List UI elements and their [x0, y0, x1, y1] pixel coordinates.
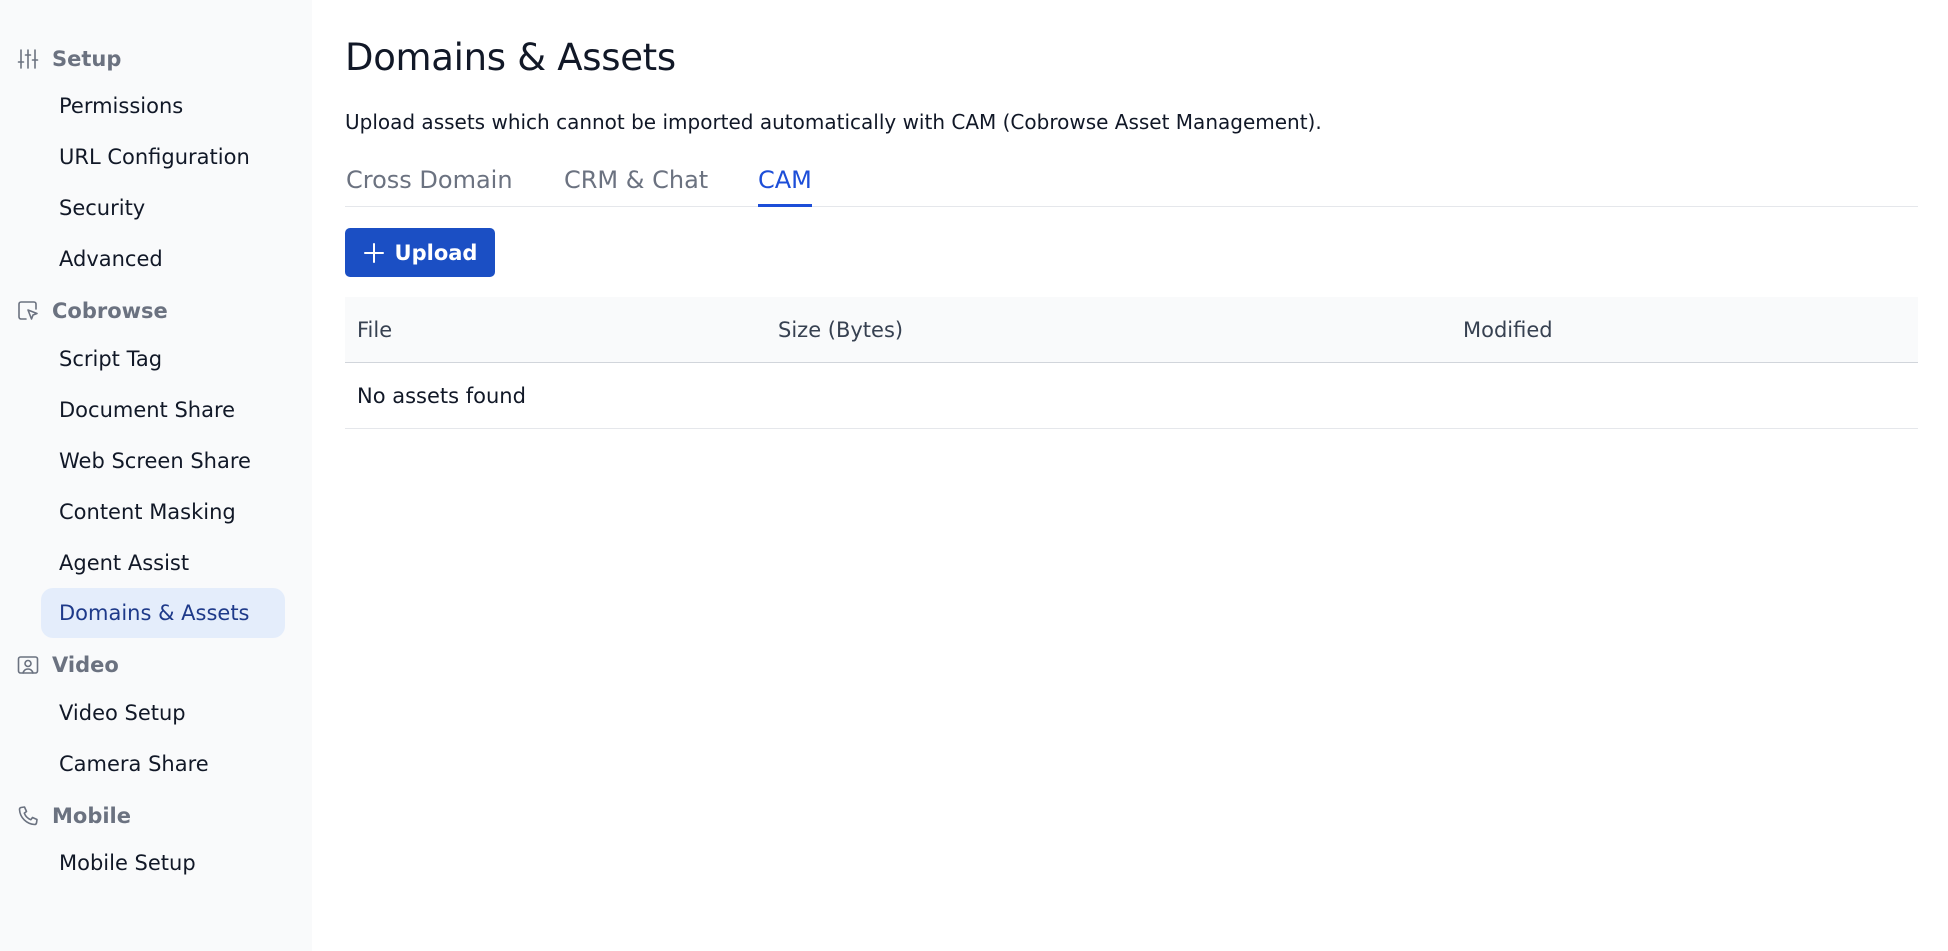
assets-table: File Size (Bytes) Modified No assets fou… [345, 297, 1918, 429]
upload-button-label: Upload [394, 240, 478, 265]
sidebar-item-permissions[interactable]: Permissions [41, 81, 285, 131]
sidebar-item-advanced[interactable]: Advanced [41, 234, 285, 284]
sidebar-item-camera-share[interactable]: Camera Share [41, 739, 285, 789]
column-header-file[interactable]: File [357, 297, 392, 363]
cursor-window-icon [16, 299, 40, 323]
sidebar-item-document-share[interactable]: Document Share [41, 385, 285, 435]
tab-bar: Cross Domain CRM & Chat CAM [345, 162, 1918, 207]
sidebar-item-web-screen-share[interactable]: Web Screen Share [41, 436, 285, 486]
plus-icon [363, 242, 385, 264]
tab-cross-domain[interactable]: Cross Domain [346, 162, 513, 207]
sidebar-item-mobile-setup[interactable]: Mobile Setup [41, 838, 285, 888]
sidebar-item-url-configuration[interactable]: URL Configuration [41, 132, 285, 182]
column-header-size[interactable]: Size (Bytes) [778, 297, 903, 363]
table-header: File Size (Bytes) Modified [345, 297, 1918, 363]
empty-state-message: No assets found [357, 384, 526, 408]
sidebar-item-content-masking[interactable]: Content Masking [41, 487, 285, 537]
section-label-setup: Setup [52, 47, 122, 71]
sidebar-item-video-setup[interactable]: Video Setup [41, 688, 285, 738]
sidebar-item-script-tag[interactable]: Script Tag [41, 334, 285, 384]
sidebar-item-agent-assist[interactable]: Agent Assist [41, 538, 285, 588]
section-label-video: Video [52, 653, 119, 677]
tab-cam[interactable]: CAM [758, 162, 812, 207]
sidebar-item-domains-assets[interactable]: Domains & Assets [41, 588, 285, 638]
phone-icon [16, 804, 40, 828]
page-title: Domains & Assets [345, 36, 676, 79]
upload-button[interactable]: Upload [345, 228, 495, 277]
user-frame-icon [16, 653, 40, 677]
column-header-modified[interactable]: Modified [1463, 297, 1553, 363]
section-label-cobrowse: Cobrowse [52, 299, 168, 323]
page-description: Upload assets which cannot be imported a… [345, 110, 1322, 134]
app-root: Setup Permissions URL Configuration Secu… [0, 0, 1948, 951]
sidebar-item-security[interactable]: Security [41, 183, 285, 233]
table-row: No assets found [345, 363, 1918, 429]
tab-crm-chat[interactable]: CRM & Chat [564, 162, 708, 207]
sliders-icon [16, 47, 40, 71]
sidebar: Setup Permissions URL Configuration Secu… [0, 0, 312, 951]
section-label-mobile: Mobile [52, 804, 131, 828]
